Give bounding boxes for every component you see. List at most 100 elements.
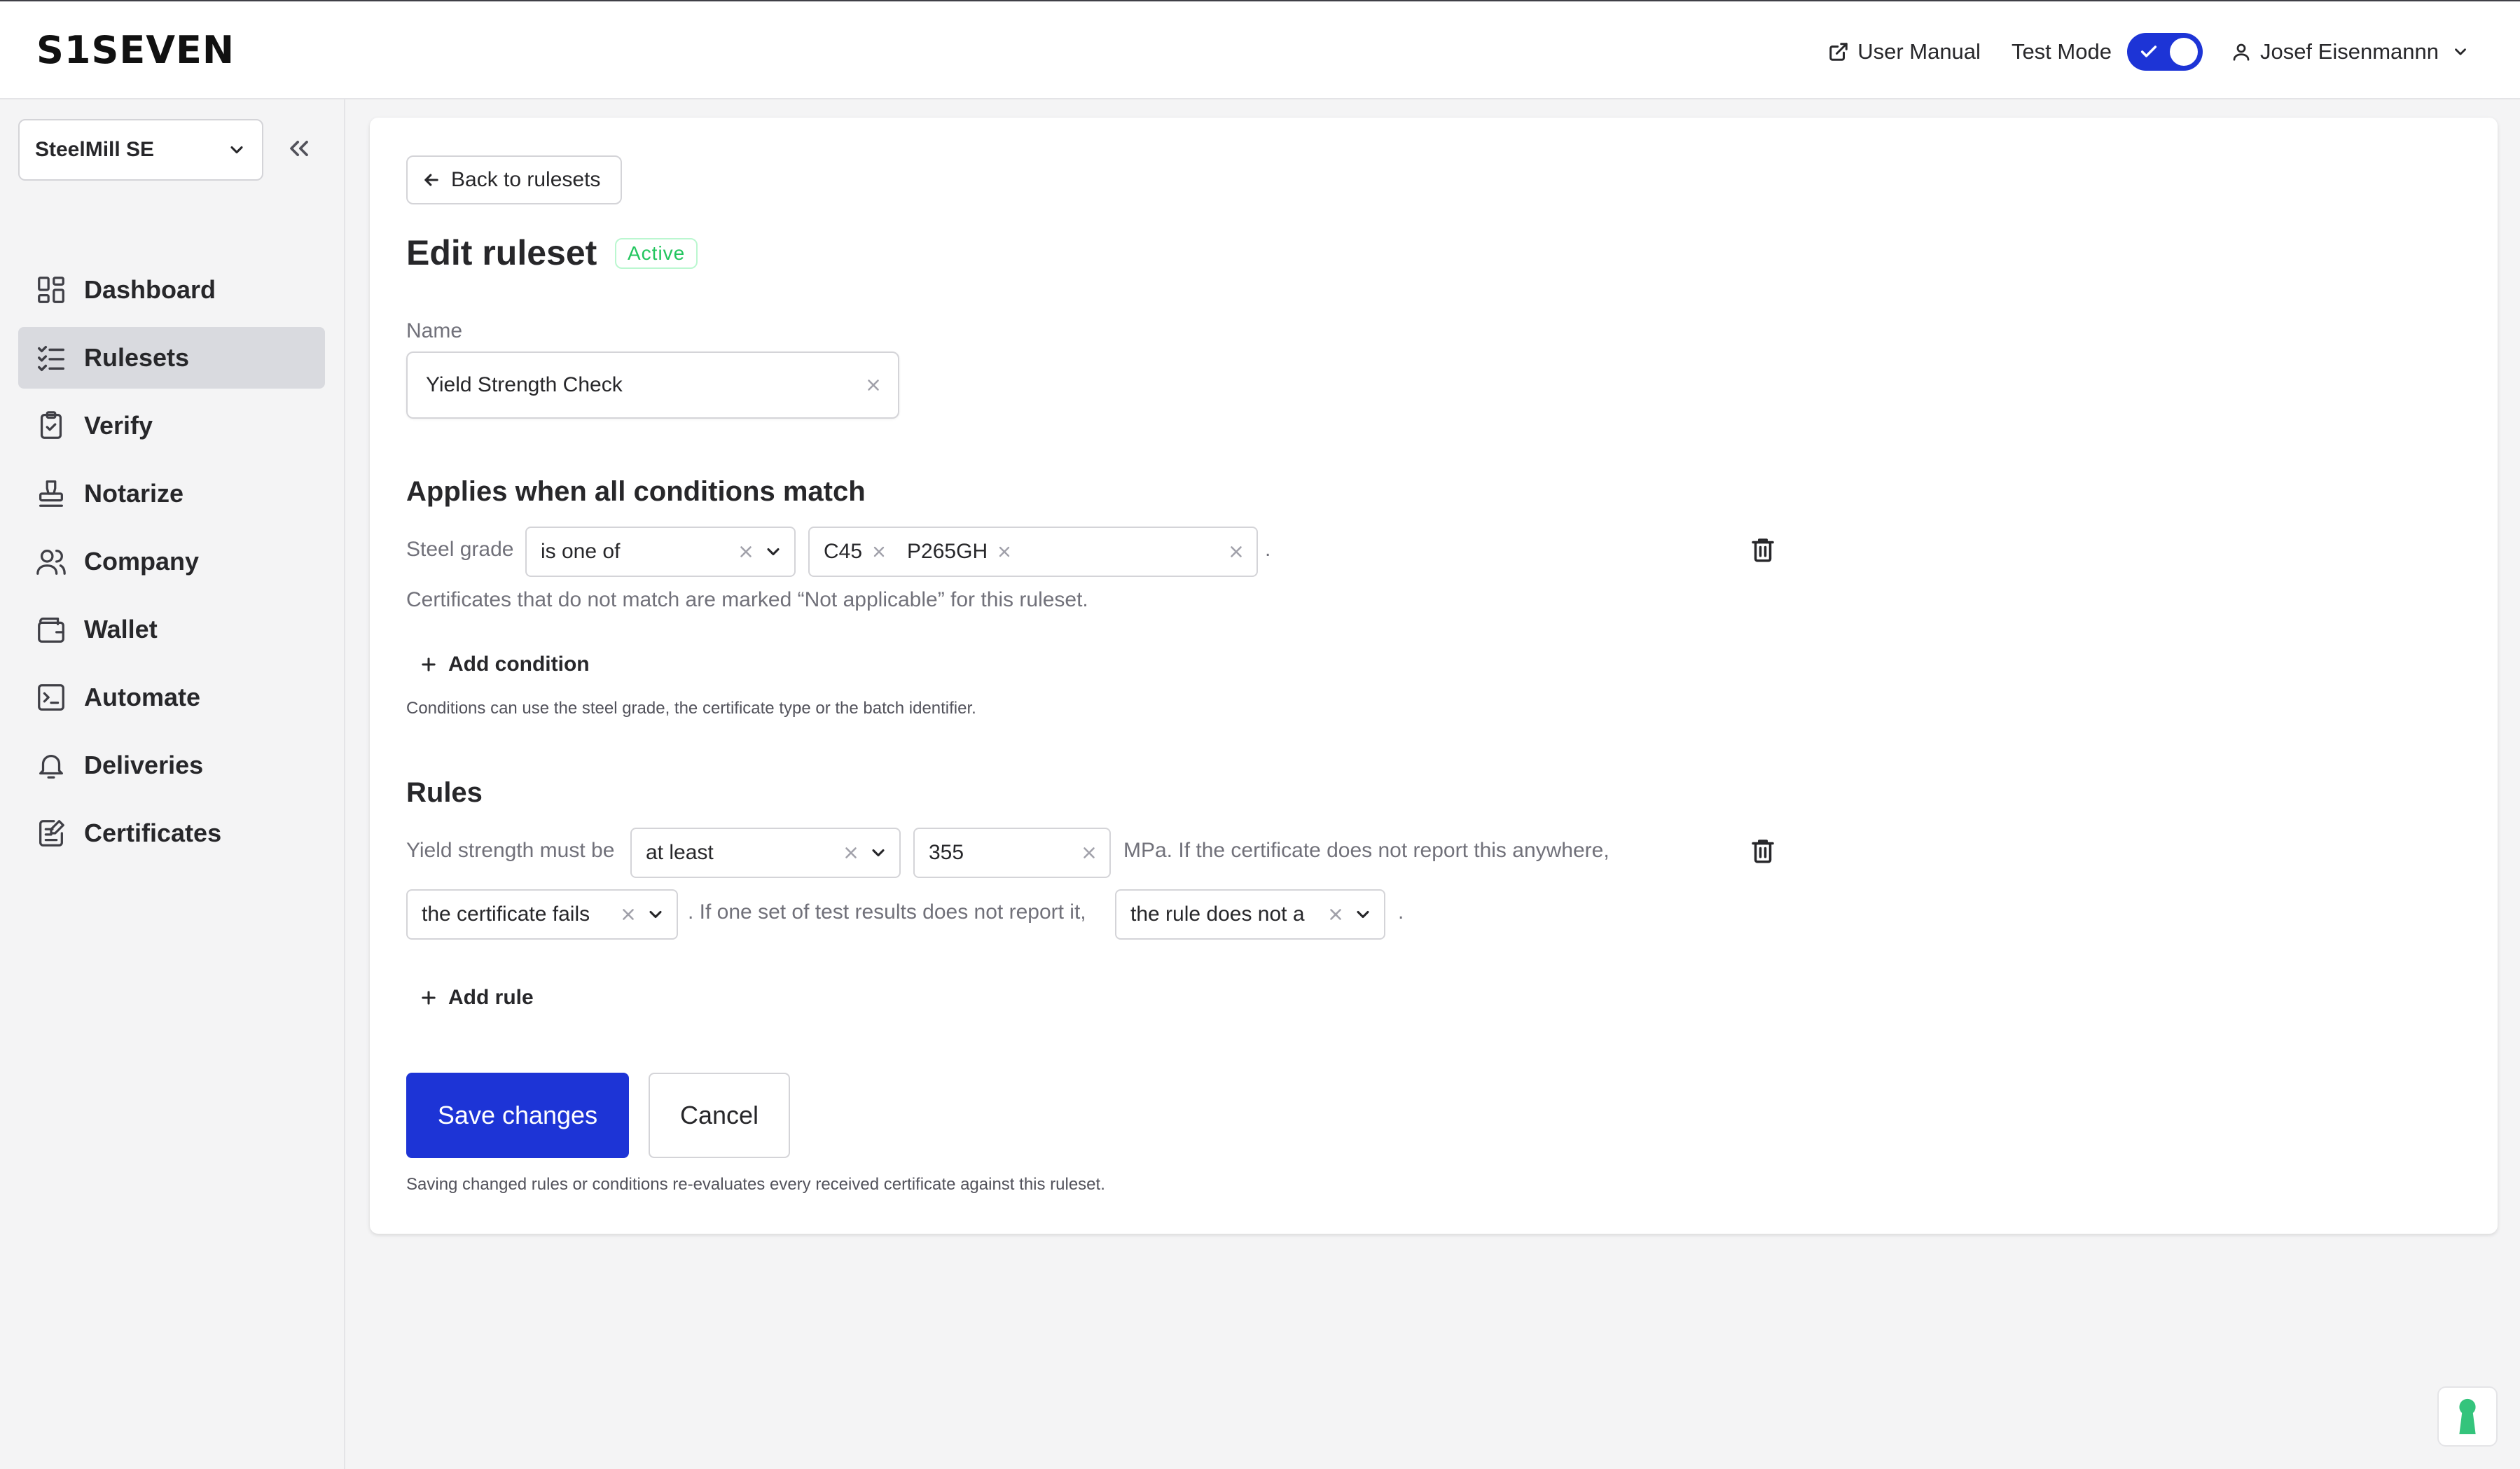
chevron-down-icon — [2455, 48, 2466, 55]
sidebar-item-label: Company — [84, 547, 200, 576]
sidebar-item-label: Deliveries — [84, 751, 204, 779]
value-tag: P265GH — [907, 540, 1013, 564]
condition-values-multiselect[interactable]: C45 P265GH — [808, 527, 1258, 577]
clipboard-check-icon — [40, 411, 62, 439]
rule-value-input[interactable]: 355 — [913, 828, 1111, 878]
condition-operator-value: is one of — [541, 540, 621, 563]
missing-value-action-select[interactable]: the certificate fails — [406, 889, 678, 940]
clear-all-icon[interactable] — [1227, 543, 1245, 561]
conditions-note: Certificates that do not match are marke… — [406, 588, 1088, 611]
add-condition-button[interactable]: Add condition — [419, 653, 590, 676]
name-label: Name — [406, 319, 463, 342]
rule-period: . — [1398, 900, 1404, 924]
certificate-edit-icon — [39, 820, 64, 847]
delete-rule-button[interactable] — [1748, 836, 1778, 869]
chevron-down-icon[interactable] — [646, 905, 665, 924]
sidebar-item-deliveries[interactable]: Deliveries — [18, 734, 325, 796]
sidebar-item-wallet[interactable]: Wallet — [18, 599, 325, 660]
terminal-icon — [38, 684, 64, 711]
sidebar-item-label: Rulesets — [84, 343, 190, 372]
add-rule-label: Add rule — [448, 986, 534, 1009]
partial-result-action-select[interactable]: the rule does not a — [1115, 889, 1385, 940]
status-badge: Active — [615, 238, 698, 269]
clear-icon[interactable] — [1327, 905, 1345, 924]
rule-value: 355 — [929, 841, 964, 864]
ruleset-name-input[interactable]: Yield Strength Check — [406, 351, 899, 419]
user-menu[interactable]: Josef Eisenmannn — [2231, 39, 2470, 64]
cancel-button[interactable]: Cancel — [649, 1073, 790, 1158]
chevron-down-icon — [230, 146, 243, 154]
plus-icon — [422, 991, 436, 1005]
collapse-sidebar-button[interactable] — [284, 133, 314, 167]
user-name: Josef Eisenmannn — [2259, 39, 2439, 64]
conditions-section-title: Applies when all conditions match — [406, 476, 866, 507]
test-mode-control: Test Mode — [2012, 33, 2203, 71]
trash-icon — [1752, 840, 1774, 863]
plus-icon — [422, 657, 436, 671]
conditions-hint: Conditions can use the steel grade, the … — [406, 699, 976, 718]
organization-name: SteelMill SE — [35, 138, 155, 161]
sidebar-item-label: Certificates — [84, 819, 222, 847]
remove-tag-icon[interactable] — [996, 543, 1013, 560]
rule-operator-value: at least — [646, 841, 714, 864]
help-widget-button[interactable] — [2437, 1386, 2498, 1447]
value-tag: C45 — [824, 540, 887, 564]
test-mode-toggle[interactable] — [2126, 33, 2203, 71]
chevron-down-icon[interactable] — [868, 843, 888, 863]
sidebar-item-certificates[interactable]: Certificates — [18, 802, 325, 864]
sidebar-item-label: Dashboard — [84, 275, 216, 304]
sidebar-item-company[interactable]: Company — [18, 531, 325, 592]
clear-icon[interactable] — [864, 376, 882, 394]
add-rule-button[interactable]: Add rule — [419, 986, 534, 1010]
sidebar-item-automate[interactable]: Automate — [18, 667, 325, 728]
chevrons-left-icon — [290, 141, 308, 156]
user-manual-label: User Manual — [1857, 39, 1981, 64]
toggle-knob — [2169, 38, 2198, 66]
app-logo[interactable]: S1SEVEN — [36, 28, 235, 72]
test-mode-label: Test Mode — [2011, 39, 2112, 64]
back-to-rulesets-button[interactable]: Back to rulesets — [406, 155, 622, 204]
missing-value-action-value: the certificate fails — [422, 903, 590, 926]
rule-mid-text: . If one set of test results does not re… — [688, 900, 1086, 924]
rules-section-title: Rules — [406, 777, 483, 808]
organization-select[interactable]: SteelMill SE — [18, 119, 263, 181]
bell-icon — [39, 755, 63, 779]
ruleset-name-value: Yield Strength Check — [426, 373, 623, 396]
user-manual-link[interactable]: User Manual — [1828, 39, 1981, 64]
check-icon — [2140, 46, 2157, 57]
sidebar-item-notarize[interactable]: Notarize — [18, 463, 325, 524]
chevron-down-icon[interactable] — [763, 542, 783, 562]
sidebar-item-label: Wallet — [84, 615, 158, 643]
condition-field-label: Steel grade — [406, 538, 514, 561]
sidebar-item-label: Automate — [84, 683, 201, 711]
condition-operator-select[interactable]: is one of — [525, 527, 796, 577]
sidebar: SteelMill SE Dashboard Rulesets Verify N… — [0, 99, 345, 1469]
sidebar-item-verify[interactable]: Verify — [18, 395, 325, 457]
delete-condition-button[interactable] — [1748, 535, 1778, 568]
sidebar-item-rulesets[interactable]: Rulesets — [18, 327, 325, 389]
sidebar-item-label: Notarize — [84, 479, 184, 508]
rule-operator-select[interactable]: at least — [630, 828, 901, 878]
top-bar: S1SEVEN User Manual Test Mode Josef Eise… — [0, 0, 2520, 99]
value-tag-label: C45 — [824, 540, 863, 563]
keyhole-icon — [2459, 1398, 2476, 1435]
clear-icon[interactable] — [1080, 844, 1098, 862]
save-changes-button[interactable]: Save changes — [406, 1073, 629, 1158]
partial-result-action-value: the rule does not a — [1130, 903, 1305, 926]
sidebar-item-label: Verify — [84, 411, 153, 440]
page-title: Edit ruleset — [406, 233, 597, 272]
wallet-icon — [38, 618, 64, 643]
top-right-controls: User Manual Test Mode Josef Eisenmannn — [1828, 31, 2470, 73]
rule-unit-text: MPa. If the certificate does not report … — [1123, 839, 1609, 862]
chevron-down-icon[interactable] — [1353, 905, 1373, 924]
user-icon — [2233, 43, 2250, 61]
checklist-icon — [38, 345, 64, 371]
clear-icon[interactable] — [619, 905, 637, 924]
sidebar-item-dashboard[interactable]: Dashboard — [18, 259, 325, 321]
remove-tag-icon[interactable] — [871, 543, 887, 560]
rule-prefix: Yield strength must be — [406, 839, 615, 862]
arrow-left-icon — [424, 174, 438, 186]
back-label: Back to rulesets — [451, 168, 601, 191]
clear-icon[interactable] — [842, 844, 860, 862]
clear-icon[interactable] — [737, 543, 755, 561]
